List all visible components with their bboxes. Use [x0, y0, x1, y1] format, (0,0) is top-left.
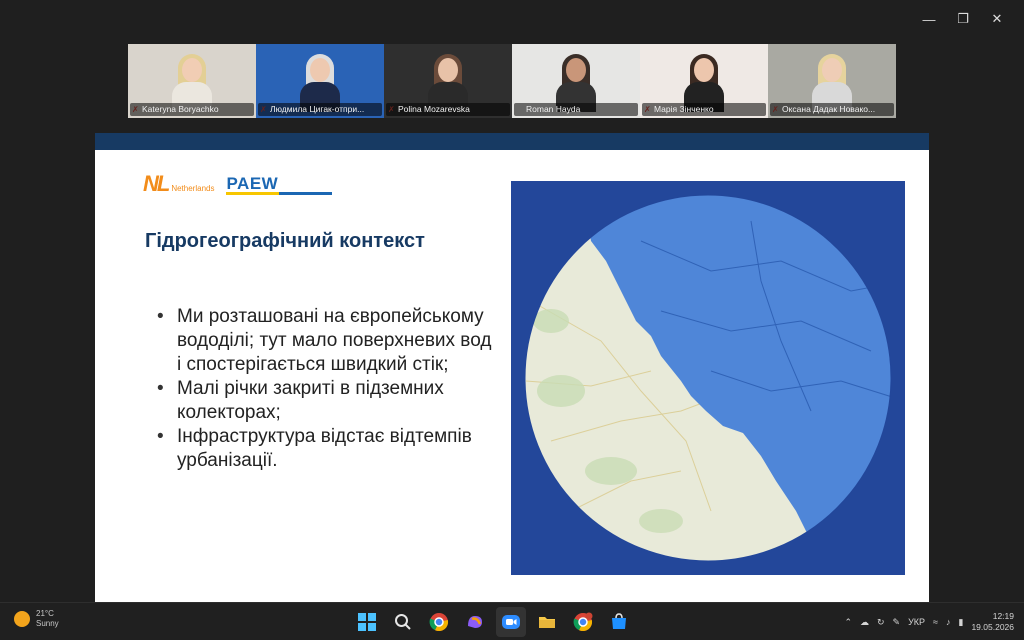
nl-logo-mark: NL [143, 171, 170, 196]
network-icon[interactable]: ↻ [877, 617, 885, 628]
copilot-icon[interactable] [460, 607, 490, 637]
participant-video [556, 52, 596, 112]
file-explorer-icon[interactable] [532, 607, 562, 637]
close-icon[interactable]: ✕ [980, 8, 1014, 30]
participant-name: Kateryna Boryachko [130, 103, 254, 116]
clock-date: 19.05.2026 [971, 622, 1014, 632]
netherlands-logo: NL Netherlands [143, 171, 214, 197]
store-icon[interactable] [604, 607, 634, 637]
participant-name: Оксана Дадак Новако... [770, 103, 894, 116]
search-icon[interactable] [388, 607, 418, 637]
bullet-item: Інфраструктура відстає відтемпів урбаніз… [157, 425, 497, 473]
onedrive-icon[interactable]: ☁ [860, 617, 869, 628]
participant-face [822, 58, 842, 82]
zoom-meeting-window: — ❐ ✕ ✗Kateryna Boryachko✗Людмила Цигак-… [0, 0, 1024, 640]
shared-slide: NL Netherlands PAEW Гідрогеографічний ко… [95, 133, 929, 602]
participant-face [694, 58, 714, 82]
weather-desc: Sunny [36, 619, 59, 628]
participant-tile[interactable]: ✗Оксана Дадак Новако... [768, 44, 896, 118]
language-indicator[interactable]: УКР [908, 617, 925, 627]
paew-logo-mark: PAEW [226, 173, 279, 193]
participant-name: Людмила Цигак-отпри... [258, 103, 382, 116]
participant-video [812, 52, 852, 112]
wifi-icon[interactable]: ≈ [933, 617, 938, 627]
bullet-item: Ми розташовані на європейському вододілі… [157, 305, 497, 377]
restore-icon[interactable]: ❐ [946, 8, 980, 30]
chevron-up-icon[interactable]: ⌃ [844, 617, 852, 628]
windows-taskbar: 21°C Sunny ⌃ ☁ ↻ ✎ УКР ≈ ♪ ▮ 12:19 19.05… [0, 602, 1024, 640]
clock-time: 12:19 [992, 611, 1014, 621]
participant-video [300, 52, 340, 112]
participant-tile[interactable]: ✗Kateryna Boryachko [128, 44, 256, 118]
participant-tile[interactable]: ✗Polina Mozarevska [384, 44, 512, 118]
participant-face [182, 58, 202, 82]
participant-name: Roman Hayda [514, 103, 638, 116]
sun-icon [14, 611, 30, 627]
chrome-icon[interactable] [424, 607, 454, 637]
slide-top-bar [95, 133, 929, 150]
weather-widget[interactable]: 21°C Sunny [14, 609, 59, 629]
participant-tile[interactable]: Roman Hayda [512, 44, 640, 118]
start-icon[interactable] [352, 607, 382, 637]
pen-icon[interactable]: ✎ [893, 617, 901, 628]
system-tray: ⌃ ☁ ↻ ✎ УКР ≈ ♪ ▮ 12:19 19.05.2026 [844, 607, 1014, 637]
battery-icon[interactable]: ▮ [959, 617, 964, 628]
participant-face [310, 58, 330, 82]
minimize-icon[interactable]: — [912, 8, 946, 30]
participant-video [428, 52, 468, 112]
watershed-map-frame [511, 181, 905, 575]
paew-logo-stripe [226, 191, 333, 195]
participant-strip: ✗Kateryna Boryachko✗Людмила Цигак-отпри.… [128, 44, 896, 118]
nl-logo-word: Netherlands [171, 184, 215, 193]
watershed-map [524, 194, 892, 562]
participant-face [438, 58, 458, 82]
participant-name: Polina Mozarevska [386, 103, 510, 116]
participant-tile[interactable]: ✗Людмила Цигак-отпри... [256, 44, 384, 118]
window-controls: — ❐ ✕ [912, 8, 1014, 30]
taskbar-apps [352, 607, 634, 637]
volume-icon[interactable]: ♪ [946, 617, 951, 627]
slide-title: Гідрогеографічний контекст [145, 230, 425, 252]
chrome-profile-icon[interactable] [568, 607, 598, 637]
paew-logo: PAEW [226, 173, 333, 195]
weather-temp: 21°C [36, 609, 54, 618]
slide-logos: NL Netherlands PAEW [143, 171, 333, 197]
participant-name: Марія Зінченко [642, 103, 766, 116]
bullet-item: Малі річки закриті в підземних колектора… [157, 377, 497, 425]
participant-face [566, 58, 586, 82]
participant-video [172, 52, 212, 112]
clock[interactable]: 12:19 19.05.2026 [971, 611, 1014, 633]
participant-video [684, 52, 724, 112]
slide-bullet-list: Ми розташовані на європейському вододілі… [157, 305, 497, 473]
zoom-icon[interactable] [496, 607, 526, 637]
weather-text: 21°C Sunny [36, 609, 59, 629]
participant-tile[interactable]: ✗Марія Зінченко [640, 44, 768, 118]
